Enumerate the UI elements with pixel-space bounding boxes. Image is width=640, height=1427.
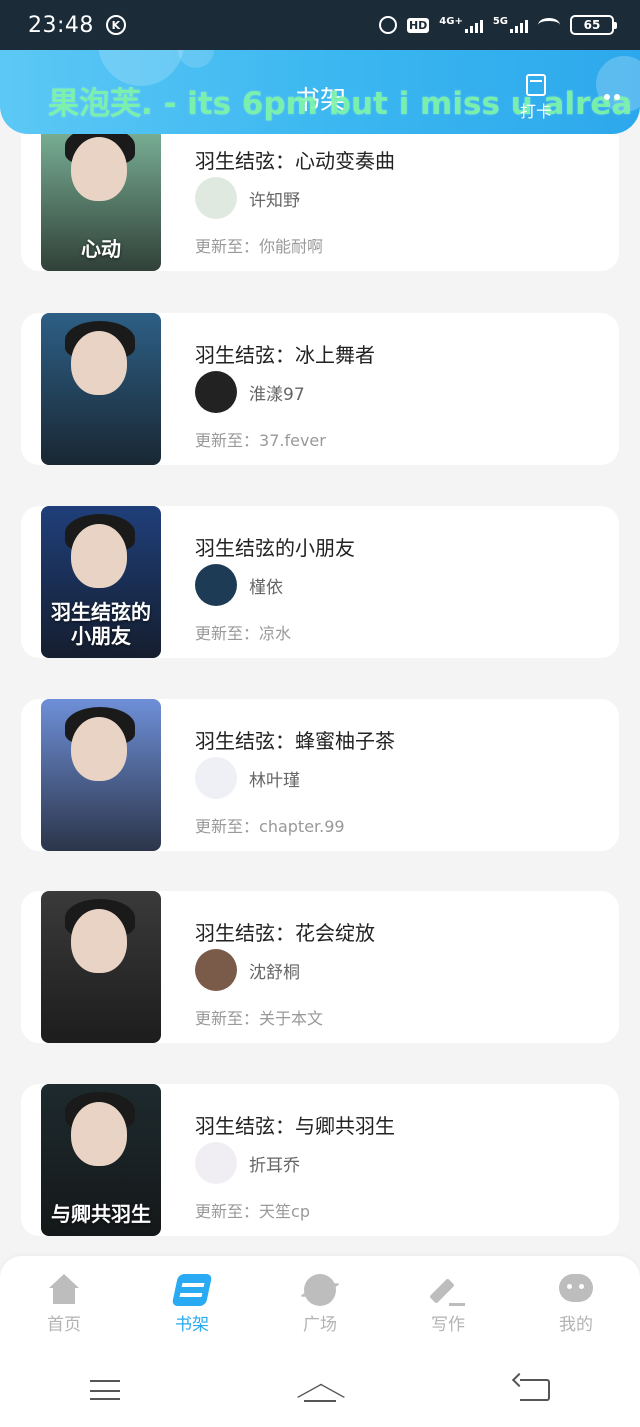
book-cover[interactable] <box>41 891 161 1043</box>
latest-chapter: 更新至：关于本文 <box>195 1005 323 1029</box>
checkin-label: 打卡 <box>519 102 552 121</box>
book-card[interactable]: 心动 羽生结弦：心动变奏曲 许知野 更新至：你能耐啊 <box>21 119 619 271</box>
home-key-icon[interactable] <box>300 1378 340 1402</box>
book-card[interactable]: 羽生结弦：冰上舞者 淮漾97 更新至：37.fever <box>21 313 619 465</box>
latest-chapter: 更新至：凉水 <box>195 620 291 644</box>
author-row: 沈舒桐 <box>195 949 300 991</box>
avatar <box>195 371 237 413</box>
checkin-button[interactable]: 打卡 <box>512 74 560 122</box>
book-cover[interactable] <box>41 699 161 851</box>
latest-chapter-name: chapter.99 <box>259 817 345 836</box>
latest-chapter: 更新至：天笙cp <box>195 1198 310 1222</box>
book-card[interactable]: 与卿共羽生 羽生结弦：与卿共羽生 折耳乔 更新至：天笙cp <box>21 1084 619 1236</box>
chat-bubble-icon <box>559 1273 593 1306</box>
author-name: 林叶瑾 <box>249 770 300 791</box>
book-title: 羽生结弦：心动变奏曲 <box>195 149 395 173</box>
nav-label: 我的 <box>559 1314 593 1335</box>
nav-label: 书架 <box>175 1314 209 1335</box>
home-icon <box>47 1273 81 1306</box>
calendar-icon <box>526 74 546 96</box>
latest-chapter-name: 37.fever <box>259 431 326 450</box>
avatar <box>195 564 237 606</box>
nav-plaza[interactable]: 广场 <box>270 1273 370 1335</box>
cover-title: 羽生结弦的小朋友 <box>51 600 151 648</box>
update-prefix: 更新至： <box>195 1202 260 1221</box>
battery-icon: 65 <box>570 15 617 35</box>
avatar <box>195 1142 237 1184</box>
menu-key-icon[interactable] <box>90 1379 120 1400</box>
update-prefix: 更新至： <box>195 1009 260 1028</box>
nav-label: 首页 <box>47 1314 81 1335</box>
system-nav-bar <box>0 1352 640 1427</box>
more-icon[interactable] <box>604 94 620 100</box>
signal-4g-icon: 4G+ <box>439 17 483 33</box>
author-name: 沈舒桐 <box>249 962 300 983</box>
wifi-icon <box>538 18 560 32</box>
author-row: 淮漾97 <box>195 371 305 413</box>
latest-chapter: 更新至：chapter.99 <box>195 813 345 837</box>
book-title: 羽生结弦：花会绽放 <box>195 921 375 945</box>
nav-bookshelf[interactable]: 书架 <box>142 1273 242 1335</box>
k-badge-icon: K <box>105 15 126 35</box>
book-title: 羽生结弦：与卿共羽生 <box>195 1114 395 1138</box>
book-card[interactable]: 羽生结弦：蜂蜜柚子茶 林叶瑾 更新至：chapter.99 <box>21 699 619 851</box>
alarm-icon <box>378 16 397 34</box>
latest-chapter-name: 你能耐啊 <box>259 237 324 256</box>
book-title: 羽生结弦的小朋友 <box>195 536 355 560</box>
book-title: 羽生结弦：冰上舞者 <box>195 343 375 367</box>
nav-home[interactable]: 首页 <box>14 1273 114 1335</box>
book-cover[interactable]: 与卿共羽生 <box>41 1084 161 1236</box>
back-key-icon[interactable] <box>520 1378 550 1401</box>
author-row: 槿依 <box>195 564 283 606</box>
app-header: 书架 果泡芙. - its 6pm but i miss u alrea 打卡 <box>0 50 640 134</box>
hd-icon: HD <box>406 17 430 33</box>
status-time: 23:48 <box>28 12 94 38</box>
latest-chapter-name: 关于本文 <box>259 1009 324 1028</box>
latest-chapter: 更新至：你能耐啊 <box>195 233 323 257</box>
author-name: 淮漾97 <box>249 384 305 405</box>
book-card[interactable]: 羽生结弦的小朋友 羽生结弦的小朋友 槿依 更新至：凉水 <box>21 506 619 658</box>
author-row: 折耳乔 <box>195 1142 300 1184</box>
update-prefix: 更新至： <box>195 624 260 643</box>
book-card[interactable]: 羽生结弦：花会绽放 沈舒桐 更新至：关于本文 <box>21 891 619 1043</box>
bottom-nav: 首页 书架 广场 写作 我的 <box>0 1256 640 1352</box>
author-row: 许知野 <box>195 177 300 219</box>
author-name: 折耳乔 <box>249 1155 300 1176</box>
cover-title: 与卿共羽生 <box>51 1202 151 1226</box>
nav-me[interactable]: 我的 <box>526 1273 626 1335</box>
update-prefix: 更新至： <box>195 817 260 836</box>
pen-icon <box>431 1274 465 1306</box>
net-label-5g: 5G <box>492 16 508 27</box>
nav-write[interactable]: 写作 <box>398 1274 498 1335</box>
decor-bubble <box>178 50 214 68</box>
signal-5g-icon: 5G <box>493 17 528 33</box>
avatar <box>195 757 237 799</box>
planet-icon <box>303 1273 337 1306</box>
book-cover[interactable]: 羽生结弦的小朋友 <box>41 506 161 658</box>
update-prefix: 更新至： <box>195 431 260 450</box>
book-cover[interactable]: 心动 <box>41 119 161 271</box>
bookshelf-icon <box>171 1273 213 1306</box>
update-prefix: 更新至： <box>195 237 260 256</box>
author-name: 槿依 <box>249 577 283 598</box>
latest-chapter-name: 天笙cp <box>259 1202 310 1221</box>
author-row: 林叶瑾 <box>195 757 300 799</box>
avatar <box>195 949 237 991</box>
net-label-4g: 4G+ <box>439 16 463 27</box>
nav-label: 广场 <box>303 1314 337 1335</box>
cover-title: 心动 <box>81 237 121 261</box>
author-name: 许知野 <box>249 190 300 211</box>
latest-chapter-name: 凉水 <box>259 624 292 643</box>
nav-label: 写作 <box>431 1314 465 1335</box>
avatar <box>195 177 237 219</box>
book-title: 羽生结弦：蜂蜜柚子茶 <box>195 729 395 753</box>
status-bar: 23:48 K HD 4G+ 5G 65 <box>0 0 640 50</box>
latest-chapter: 更新至：37.fever <box>195 427 326 451</box>
book-cover[interactable] <box>41 313 161 465</box>
